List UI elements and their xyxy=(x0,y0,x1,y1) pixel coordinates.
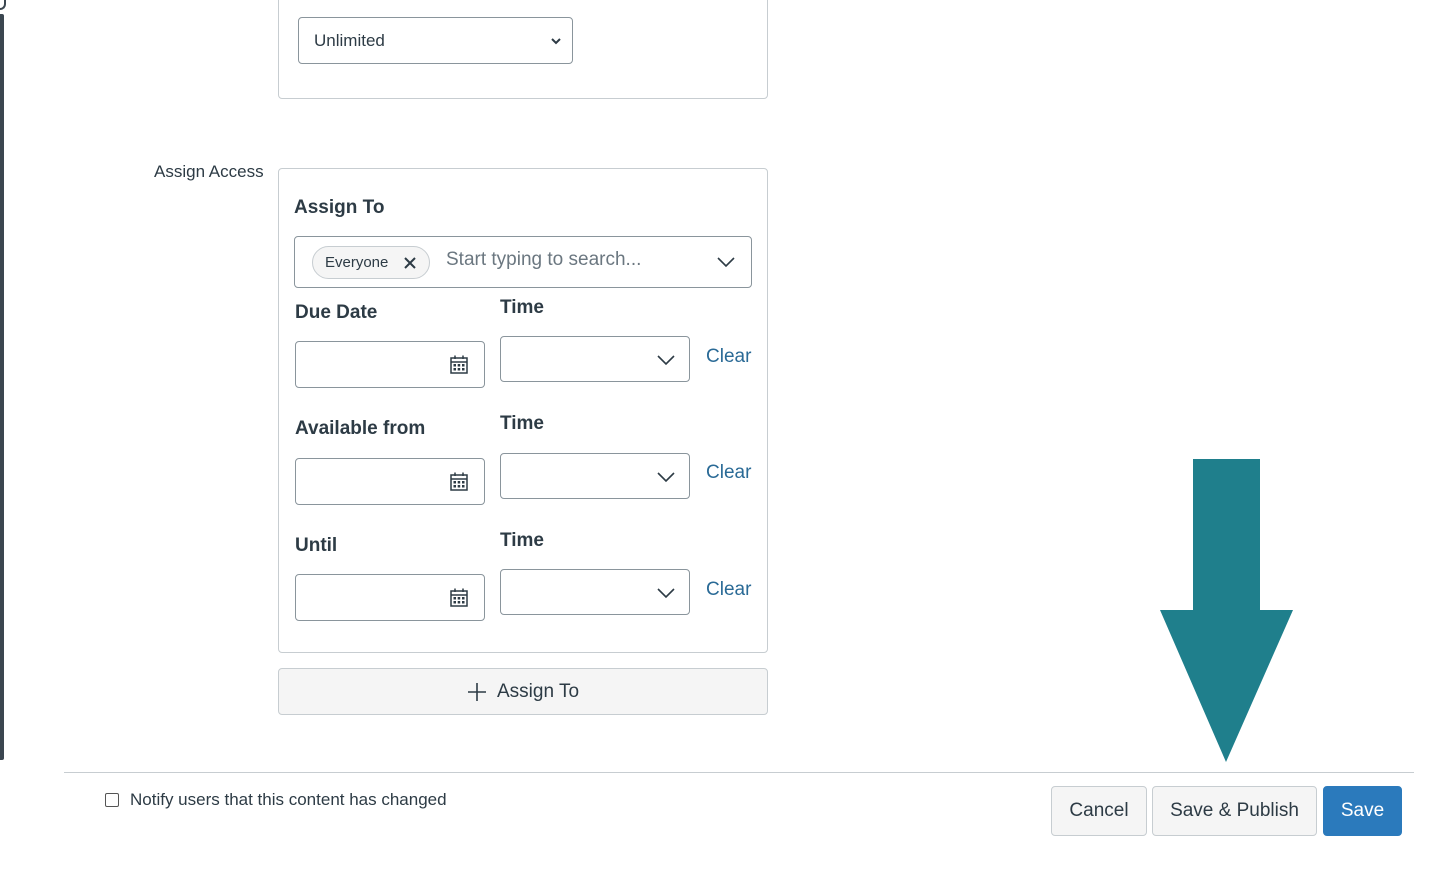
available-clear-link[interactable]: Clear xyxy=(706,462,751,484)
notify-users-label: Notify users that this content has chang… xyxy=(130,790,447,809)
due-clear-link[interactable]: Clear xyxy=(706,346,751,368)
chevron-down-icon xyxy=(657,588,675,599)
until-clear-link[interactable]: Clear xyxy=(706,579,751,601)
save-and-publish-button[interactable]: Save & Publish xyxy=(1152,786,1317,836)
until-time-select[interactable] xyxy=(500,569,690,615)
until-time-label: Time xyxy=(500,530,545,551)
left-edge-decoration xyxy=(0,0,6,10)
cancel-button[interactable]: Cancel xyxy=(1051,786,1147,836)
attempts-select-value: Unlimited xyxy=(314,30,385,50)
assign-to-label: Assign To xyxy=(294,197,385,218)
close-icon[interactable] xyxy=(403,256,417,270)
assign-search-placeholder[interactable]: Start typing to search... xyxy=(446,249,641,271)
notify-users-checkbox[interactable] xyxy=(105,793,119,807)
available-time-label: Time xyxy=(500,413,545,434)
available-from-input[interactable] xyxy=(295,458,485,505)
attempts-select[interactable]: Unlimited xyxy=(298,17,573,64)
left-scroll-edge xyxy=(0,14,4,760)
footer-divider xyxy=(64,772,1414,773)
due-time-select[interactable] xyxy=(500,336,690,382)
chevron-down-icon xyxy=(657,355,675,366)
until-label: Until xyxy=(295,535,338,556)
page: Unlimited Assign Access Assign To Everyo… xyxy=(0,0,1431,883)
calendar-icon[interactable] xyxy=(450,355,468,374)
assignee-pill-label: Everyone xyxy=(325,254,389,271)
due-date-label: Due Date xyxy=(295,302,378,323)
available-from-label: Available from xyxy=(295,418,426,439)
due-date-input[interactable] xyxy=(295,341,485,388)
assign-to-input[interactable]: Everyone Start typing to search... xyxy=(294,236,752,288)
assign-access-label: Assign Access xyxy=(154,162,264,181)
available-time-select[interactable] xyxy=(500,453,690,499)
plus-icon xyxy=(467,682,486,701)
chevron-down-icon xyxy=(657,472,675,483)
down-arrow-annotation xyxy=(1160,459,1293,762)
calendar-icon[interactable] xyxy=(450,588,468,607)
notify-users-option[interactable]: Notify users that this content has chang… xyxy=(105,790,447,810)
add-assign-to-label: Assign To xyxy=(496,680,580,702)
add-assign-to-button[interactable]: Assign To xyxy=(278,668,768,715)
chevron-down-icon xyxy=(551,38,561,45)
chevron-down-icon[interactable] xyxy=(717,256,735,268)
due-time-label: Time xyxy=(500,297,545,318)
calendar-icon[interactable] xyxy=(450,472,468,491)
save-button[interactable]: Save xyxy=(1323,786,1402,836)
until-date-input[interactable] xyxy=(295,574,485,621)
assignee-pill[interactable]: Everyone xyxy=(312,246,430,279)
